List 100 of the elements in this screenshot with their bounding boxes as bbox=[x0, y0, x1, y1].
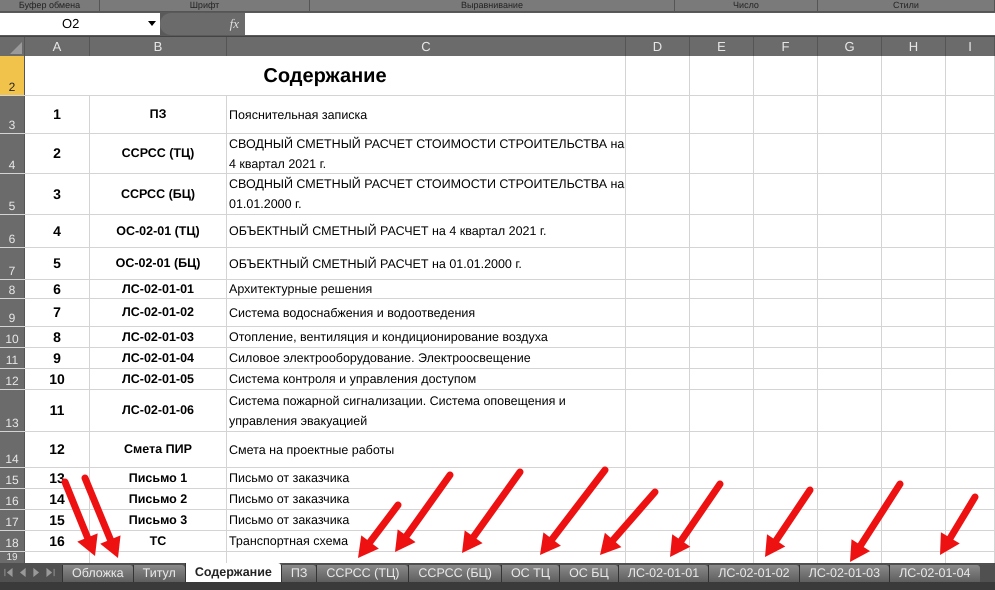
ribbon-group-label: Стили bbox=[893, 0, 919, 11]
item-number: 2 bbox=[53, 144, 61, 163]
document-title: СВОДНЫЙ СМЕТНЫЙ РАСЧЕТ СТОИМОСТИ СТРОИТЕЛЬСТВА на 01.01.2000 г. bbox=[229, 176, 625, 213]
pointer-arrow bbox=[765, 486, 814, 557]
row-header[interactable]: 5 bbox=[0, 174, 25, 214]
item-number: 5 bbox=[53, 254, 61, 273]
item-number: 8 bbox=[53, 328, 61, 346]
function-label[interactable]: fx bbox=[230, 14, 239, 34]
document-code: ССРСС (БЦ) bbox=[120, 186, 196, 203]
ribbon-group-label: Шрифт bbox=[190, 0, 220, 11]
row-header[interactable]: 14 bbox=[0, 432, 25, 467]
sheet-tab[interactable]: Содержание bbox=[184, 563, 281, 582]
document-code: ЛС-02-01-06 bbox=[122, 402, 194, 420]
item-number: 15 bbox=[49, 510, 65, 530]
sheet-title: Содержание bbox=[263, 64, 387, 88]
item-number: 9 bbox=[53, 348, 61, 368]
document-title: Письмо от заказчика bbox=[229, 470, 350, 487]
ribbon-group-label: Число bbox=[733, 0, 759, 11]
row-header[interactable]: 17 bbox=[0, 510, 25, 530]
sheet-tab[interactable]: ЛС-02-01-04 bbox=[889, 565, 980, 582]
sheet-tab[interactable]: Титул bbox=[132, 565, 185, 582]
document-code: Письмо 1 bbox=[128, 470, 188, 487]
row-header[interactable]: 8 bbox=[0, 280, 25, 298]
row-header[interactable]: 4 bbox=[0, 134, 25, 173]
row-header[interactable]: 11 bbox=[0, 348, 25, 368]
document-code: ПЗ bbox=[150, 106, 166, 124]
document-title: Пояснительная записка bbox=[229, 106, 368, 124]
item-number: 14 bbox=[49, 490, 65, 508]
column-header[interactable]: A bbox=[25, 37, 90, 56]
sheet-tab[interactable]: ЛС-02-01-01 bbox=[618, 565, 708, 582]
document-title: Письмо от заказчика bbox=[229, 512, 350, 529]
row-header[interactable]: 13 bbox=[0, 390, 25, 431]
document-code: Смета ПИР bbox=[124, 441, 192, 458]
row-header[interactable]: 12 bbox=[0, 369, 25, 389]
row-header[interactable]: 10 bbox=[0, 327, 25, 347]
item-number: 16 bbox=[49, 532, 65, 550]
document-code: ССРСС (ТЦ) bbox=[122, 145, 194, 162]
row-header[interactable]: 18 bbox=[0, 531, 25, 551]
column-header[interactable]: I bbox=[946, 37, 995, 56]
document-title: Силовое электрооборудование. Электроосвещение bbox=[229, 350, 531, 367]
cell-reference: O2 bbox=[62, 15, 80, 34]
item-number: 3 bbox=[53, 184, 61, 204]
row-header[interactable]: 2 bbox=[0, 56, 25, 95]
column-header[interactable]: C bbox=[227, 37, 626, 56]
row-header[interactable]: 7 bbox=[0, 248, 25, 279]
document-code: ОС-02-01 (ТЦ) bbox=[116, 222, 200, 240]
document-title: ОБЪЕКТНЫЙ СМЕТНЫЙ РАСЧЕТ на 4 квартал 2021 г. bbox=[229, 222, 546, 240]
row-header[interactable]: 19 bbox=[0, 552, 25, 563]
item-number: 10 bbox=[49, 370, 65, 388]
pointer-arrow bbox=[600, 488, 658, 555]
document-title: Архитектурные решения bbox=[229, 281, 372, 298]
ribbon-group-label: Выравнивание bbox=[461, 0, 523, 11]
column-header[interactable]: F bbox=[754, 37, 818, 56]
item-number: 11 bbox=[50, 401, 64, 420]
document-title: Система контроля и управления доступом bbox=[229, 371, 476, 388]
row-header[interactable]: 15 bbox=[0, 468, 25, 488]
sheet-tab[interactable]: ССРСС (ТЦ) bbox=[316, 565, 408, 582]
sheet-tab[interactable]: ПЗ bbox=[280, 565, 316, 582]
tab-scroll-icon[interactable] bbox=[46, 568, 55, 577]
document-title: ОБЪЕКТНЫЙ СМЕТНЫЙ РАСЧЕТ на 01.01.2000 г. bbox=[229, 256, 522, 272]
sheet-tab[interactable]: ОС ТЦ bbox=[500, 565, 560, 582]
row-header[interactable]: 6 bbox=[0, 215, 25, 247]
document-title: Транспортная схема bbox=[229, 533, 348, 550]
item-number: 6 bbox=[53, 280, 61, 298]
document-title: Смета на проектные работы bbox=[229, 442, 394, 459]
sheet-tab[interactable]: ССРСС (БЦ) bbox=[408, 565, 501, 582]
column-header[interactable]: G bbox=[818, 37, 882, 56]
document-code: ЛС-02-01-02 bbox=[122, 304, 194, 322]
document-code: ЛС-02-01-01 bbox=[122, 280, 194, 298]
document-code: ТС bbox=[150, 532, 166, 550]
document-title: СВОДНЫЙ СМЕТНЫЙ РАСЧЕТ СТОИМОСТИ СТРОИТЕЛЬСТВА на 4 квартал 2021 г. bbox=[229, 136, 625, 173]
item-number: 1 bbox=[53, 105, 61, 124]
sheet-tab[interactable]: ЛС-02-01-02 bbox=[708, 565, 799, 582]
row-header[interactable]: 3 bbox=[0, 96, 25, 133]
column-header[interactable]: E bbox=[690, 37, 754, 56]
document-title: Система водоснабжения и водоотведения bbox=[229, 304, 476, 322]
ribbon-group-label: Буфер обмена bbox=[18, 0, 80, 11]
document-code: ЛС-02-01-04 bbox=[122, 350, 194, 367]
row-header[interactable]: 9 bbox=[0, 299, 25, 326]
sheet-tab[interactable]: Обложка bbox=[62, 565, 133, 582]
document-code: Письмо 2 bbox=[128, 490, 188, 508]
document-title: Система пожарной сигнализации. Система оповещения и управления эвакуацией bbox=[229, 392, 567, 430]
column-header[interactable]: H bbox=[882, 37, 946, 56]
item-number: 7 bbox=[53, 303, 61, 322]
sheet-tab[interactable]: ОС БЦ bbox=[559, 565, 618, 582]
select-all-triangle-icon[interactable] bbox=[10, 42, 22, 54]
pointer-arrow bbox=[940, 494, 978, 555]
name-box[interactable]: O2 bbox=[0, 13, 160, 35]
item-number: 12 bbox=[49, 440, 65, 459]
document-code: Письмо 3 bbox=[128, 512, 188, 529]
column-header[interactable]: D bbox=[626, 37, 690, 56]
column-header[interactable]: B bbox=[90, 37, 227, 56]
sheet-tab[interactable]: ЛС-02-01-03 bbox=[798, 565, 890, 582]
document-code: ЛС-02-01-03 bbox=[122, 328, 194, 346]
pointer-arrow bbox=[358, 502, 402, 558]
tab-scroll-icon[interactable] bbox=[4, 568, 13, 577]
document-title: Письмо от заказчика bbox=[229, 491, 350, 508]
row-header[interactable]: 16 bbox=[0, 489, 25, 509]
document-title: Отопление, вентиляция и кондиционирование воздуха bbox=[229, 329, 548, 346]
item-number: 4 bbox=[53, 222, 61, 240]
